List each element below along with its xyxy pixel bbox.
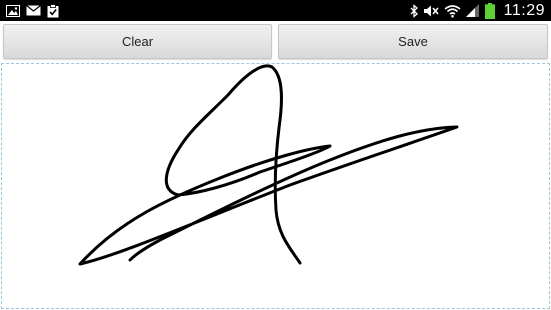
gallery-icon [6,4,20,17]
mail-icon [26,5,41,16]
signal-icon [465,3,479,17]
signature-pad[interactable] [1,63,550,309]
status-clock: 11:29 [503,1,545,19]
status-bar: 11:29 [0,0,551,21]
signature-canvas[interactable] [1,63,551,310]
mute-icon [423,5,439,16]
save-button[interactable]: Save [278,24,548,59]
system-icons: 11:29 [410,0,545,21]
battery-icon [484,2,495,19]
clear-button[interactable]: Clear [3,24,272,59]
notification-icons [6,3,59,18]
toolbar: Clear Save [0,21,551,61]
bluetooth-icon [410,3,418,18]
clipboard-check-icon [47,3,59,17]
wifi-icon [444,4,461,18]
signature-stroke [78,64,459,266]
